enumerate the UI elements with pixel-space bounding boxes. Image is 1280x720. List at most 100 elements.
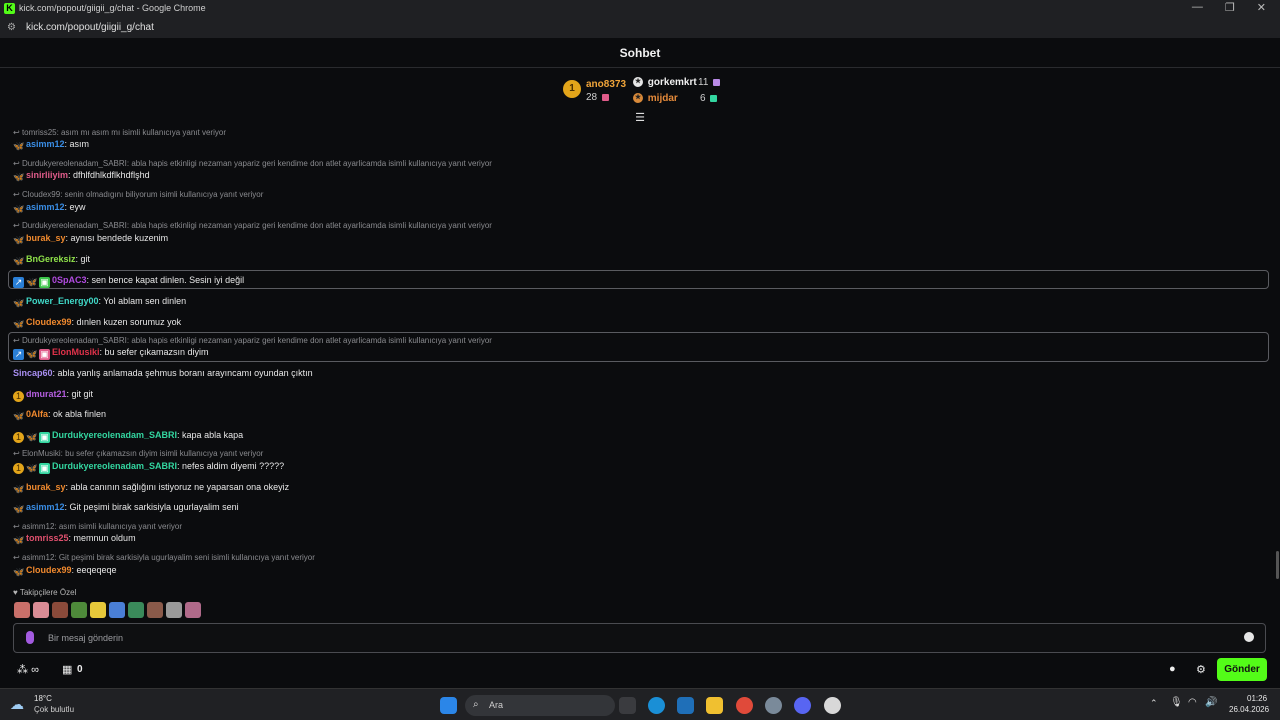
app-icon[interactable] bbox=[824, 697, 841, 714]
bronze-badge-icon: ★ bbox=[633, 93, 643, 104]
username[interactable]: burak_sy bbox=[26, 482, 66, 492]
message-text: : dınlen kuzen sorumuz yok bbox=[71, 317, 182, 327]
rank-coin-icon: 1 bbox=[13, 463, 24, 474]
chat-message-input[interactable]: Bir mesaj gönderin bbox=[13, 623, 1266, 653]
emote-icon[interactable] bbox=[14, 602, 30, 618]
leaderboard-first[interactable]: 1 bbox=[563, 80, 581, 98]
emote-icon[interactable] bbox=[166, 602, 182, 618]
butterfly-badge-icon: 🦋 bbox=[13, 411, 25, 421]
chat-message: 1 dmurat21: git git bbox=[13, 389, 93, 402]
chat-message: 1 🦋 ▣ Durdukyereolenadam_SABRI: kapa abla k… bbox=[13, 430, 243, 443]
chevron-up-icon[interactable]: ⌃ bbox=[1150, 698, 1158, 709]
taskbar-search-box[interactable]: ⌕ Ara bbox=[465, 695, 615, 716]
username[interactable]: asimm12 bbox=[26, 202, 65, 212]
chrome-icon[interactable] bbox=[736, 697, 753, 714]
username[interactable]: Power_Energy00 bbox=[26, 296, 99, 306]
message-text: : sen bence kapat dinlen. Sesin iyi deği… bbox=[86, 275, 245, 285]
emote-icon[interactable] bbox=[147, 602, 163, 618]
message-text: : dfhlfdhlkdflkhdflşhd bbox=[68, 170, 150, 180]
emote-icon[interactable] bbox=[33, 602, 49, 618]
emote-icon[interactable] bbox=[128, 602, 144, 618]
chat-message: ↗ 🦋 ▣ ElonMusiki: bu sefer çıkamazsın diyim bbox=[13, 347, 209, 360]
message-text: : kapa abla kapa bbox=[177, 430, 244, 440]
mic-icon[interactable] bbox=[26, 631, 34, 644]
gift-badge-icon: ▣ bbox=[39, 463, 50, 474]
emoji-picker-icon[interactable] bbox=[1244, 632, 1254, 642]
butterfly-badge-icon: 🦋 bbox=[13, 204, 25, 214]
leaderboard-third[interactable]: ★ mijdar bbox=[633, 93, 678, 104]
reply-context: ↩ Durdukyereolenadam_SABRI: abla hapis e… bbox=[13, 159, 492, 168]
channel-points-icon[interactable]: ⁂ ∞ bbox=[17, 663, 39, 676]
send-button[interactable]: Gönder bbox=[1217, 658, 1267, 681]
maximize-icon[interactable]: ❐ bbox=[1225, 1, 1235, 14]
emote-icon[interactable] bbox=[52, 602, 68, 618]
store-icon[interactable]: ▦ bbox=[62, 663, 72, 676]
leaderboard-third-count-wrap: 6 bbox=[700, 93, 718, 104]
butterfly-badge-icon: 🦋 bbox=[26, 349, 38, 359]
message-text: : ok abla finlen bbox=[48, 409, 107, 419]
message-text: : eyw bbox=[64, 202, 86, 212]
weather-temp[interactable]: 18°C bbox=[34, 694, 52, 703]
wifi-icon[interactable]: ◠ bbox=[1188, 697, 1197, 708]
settings-app-icon[interactable] bbox=[765, 697, 782, 714]
discord-icon[interactable] bbox=[794, 697, 811, 714]
chat-rules-icon[interactable]: ● bbox=[1169, 663, 1176, 675]
emote-icon[interactable] bbox=[185, 602, 201, 618]
emote-icon[interactable] bbox=[71, 602, 87, 618]
site-settings-icon[interactable]: ⚙ bbox=[7, 22, 19, 33]
chat-message: 🦋 Cloudex99: eeqeqeqe bbox=[13, 565, 117, 578]
chat-message: ↗ 🦋 ▣ 0SpAC3: sen bence kapat dinlen. Sesin… bbox=[13, 275, 244, 288]
windows-start-icon[interactable] bbox=[440, 697, 457, 714]
gift-badge-icon: ▣ bbox=[39, 432, 50, 443]
url-text[interactable]: kick.com/popout/giigii_g/chat bbox=[26, 22, 154, 33]
settings-gear-icon[interactable]: ⚙ bbox=[1196, 663, 1206, 676]
username[interactable]: tomriss25 bbox=[26, 533, 69, 543]
windows-taskbar: ☁ 18°C Çok bulutlu ⌕ Ara ⌃ 🎙 ◠ 🔊 01:26 2… bbox=[0, 688, 1280, 720]
emote-icon[interactable] bbox=[90, 602, 106, 618]
close-icon[interactable]: ✕ bbox=[1257, 1, 1266, 14]
gift-icon bbox=[710, 94, 718, 102]
collapse-leaderboard-icon[interactable]: ☰ bbox=[634, 113, 646, 124]
weather-cloud-icon[interactable]: ☁ bbox=[10, 696, 24, 713]
username[interactable]: ElonMusiki bbox=[52, 347, 100, 357]
butterfly-badge-icon: 🦋 bbox=[13, 319, 25, 329]
volume-icon[interactable]: 🔊 bbox=[1205, 697, 1217, 708]
username[interactable]: Cloudex99 bbox=[26, 565, 72, 575]
username[interactable]: burak_sy bbox=[26, 233, 66, 243]
username[interactable]: Durdukyereolenadam_SABRI bbox=[52, 430, 177, 440]
emote-icon[interactable] bbox=[109, 602, 125, 618]
store-app-icon[interactable] bbox=[677, 697, 694, 714]
task-view-icon[interactable] bbox=[619, 697, 636, 714]
username[interactable]: 0SpAC3 bbox=[52, 275, 87, 285]
weather-desc[interactable]: Çok bulutlu bbox=[34, 705, 74, 714]
leaderboard-third-count: 6 bbox=[700, 93, 706, 104]
username[interactable]: Sincap60 bbox=[13, 368, 53, 378]
address-bar[interactable]: ⚙ kick.com/popout/giigii_g/chat bbox=[0, 16, 1280, 38]
username[interactable]: 0Alfa bbox=[26, 409, 48, 419]
username[interactable]: Durdukyereolenadam_SABRI bbox=[52, 461, 177, 471]
clock-date[interactable]: 26.04.2026 bbox=[1229, 705, 1269, 714]
leaderboard-second-count: 11 bbox=[698, 77, 709, 88]
kick-favicon-icon: K bbox=[4, 2, 15, 14]
store-count: 0 bbox=[77, 664, 83, 675]
leaderboard-first-name[interactable]: ano8373 bbox=[586, 79, 626, 90]
username[interactable]: dmurat21 bbox=[26, 389, 67, 399]
minimize-icon[interactable]: — bbox=[1192, 1, 1203, 14]
username[interactable]: asimm12 bbox=[26, 139, 65, 149]
leaderboard-third-name: mijdar bbox=[647, 93, 678, 104]
edge-browser-icon[interactable] bbox=[648, 697, 665, 714]
input-placeholder[interactable]: Bir mesaj gönderin bbox=[48, 633, 123, 643]
browser-title-bar: K kick.com/popout/giigii_g/chat - Google… bbox=[0, 0, 1280, 16]
chat-scrollbar[interactable] bbox=[1276, 551, 1279, 579]
chat-message: 🦋 asimm12: Git peşimi birak sarkisiyla ug… bbox=[13, 502, 239, 515]
window-controls: — ❐ ✕ bbox=[1192, 1, 1266, 14]
clock-time[interactable]: 01:26 bbox=[1247, 694, 1267, 703]
leaderboard-second[interactable]: ★ gorkemkrt bbox=[633, 77, 697, 88]
username[interactable]: BnGereksiz bbox=[26, 254, 76, 264]
file-explorer-icon[interactable] bbox=[706, 697, 723, 714]
microphone-icon[interactable]: 🎙 bbox=[1170, 697, 1183, 708]
chat-message: 🦋 BnGereksiz: git bbox=[13, 254, 90, 267]
username[interactable]: Cloudex99 bbox=[26, 317, 72, 327]
username[interactable]: sinirliiyim bbox=[26, 170, 68, 180]
username[interactable]: asimm12 bbox=[26, 502, 65, 512]
